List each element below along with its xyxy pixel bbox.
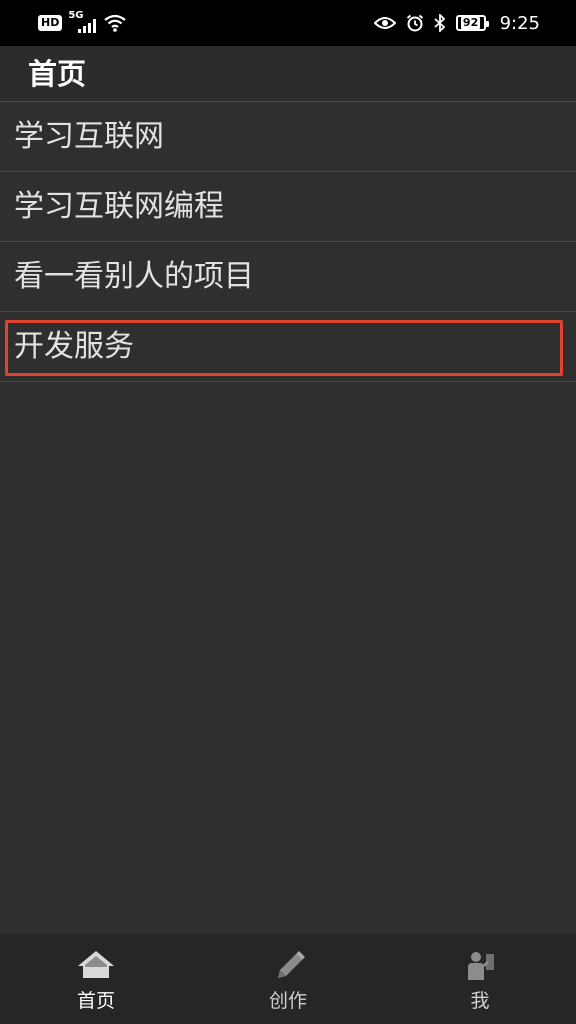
page-title: 首页 (28, 57, 87, 91)
menu-item-label: 开发服务 (14, 328, 134, 364)
tab-create-label: 创作 (268, 990, 307, 1012)
menu-item-learn-internet[interactable]: 学习互联网 (0, 102, 576, 172)
menu-item-learn-programming[interactable]: 学习互联网编程 (0, 172, 576, 242)
menu-item-label: 看一看别人的项目 (14, 258, 254, 294)
alarm-clock-icon (406, 14, 423, 32)
hd-badge: HD (38, 15, 63, 31)
menu-item-label: 学习互联网 (14, 118, 164, 154)
menu-item-view-projects[interactable]: 看一看别人的项目 (0, 242, 576, 312)
menu-item-label: 学习互联网编程 (14, 188, 224, 224)
tab-home-label: 首页 (76, 990, 115, 1012)
eye-icon (373, 17, 396, 29)
wifi-icon (104, 14, 127, 32)
app-header: 首页 (0, 46, 576, 102)
cellular-signal: 5G (68, 11, 98, 35)
status-bar: HD 5G 92 9:25 (0, 0, 576, 46)
bluetooth-icon (433, 14, 445, 32)
status-right: 92 9:25 (373, 0, 540, 46)
signal-bars-icon (78, 19, 97, 33)
battery-level: 92 (460, 16, 481, 29)
clock-time: 9:25 (499, 12, 540, 34)
tab-home[interactable]: 首页 (0, 934, 192, 1024)
bottom-nav: 首页 创作 我 (0, 934, 576, 1024)
pencil-icon (278, 951, 305, 978)
status-left: HD 5G (38, 0, 127, 46)
menu-item-dev-services[interactable]: 开发服务 (0, 312, 576, 382)
phone-screen: HD 5G 92 9:25 首页 学习互联网 学习互联网编程 看一看别人的项目 … (0, 0, 576, 1024)
tab-me[interactable]: 我 (384, 934, 576, 1024)
user-icon (468, 952, 494, 980)
menu-list: 学习互联网 学习互联网编程 看一看别人的项目 开发服务 (0, 102, 576, 382)
tab-me-label: 我 (470, 990, 490, 1012)
home-icon (78, 951, 114, 978)
battery-icon: 92 (455, 15, 489, 31)
tab-create[interactable]: 创作 (192, 934, 384, 1024)
